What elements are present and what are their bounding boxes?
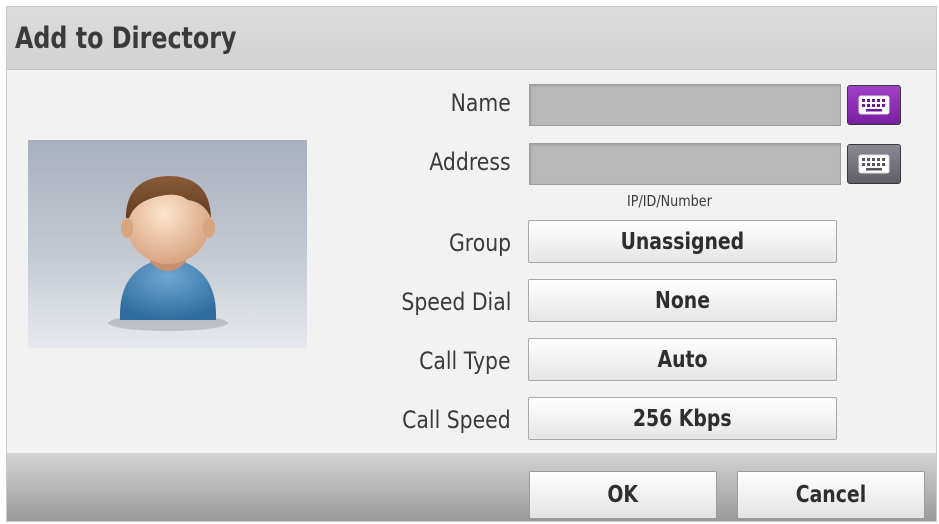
dialog-title: Add to Directory [15, 21, 237, 55]
speed-dial-label: Speed Dial [401, 288, 511, 316]
button-bar: OK Cancel [7, 453, 936, 521]
group-value: Unassigned [620, 228, 745, 255]
name-label: Name [450, 89, 511, 117]
call-type-label: Call Type [419, 347, 511, 375]
group-label: Group [448, 229, 511, 257]
address-hint: IP/ID/Number [627, 192, 712, 210]
add-to-directory-dialog: Add to Directory Name Address IP/ID/Numb… [6, 6, 937, 522]
name-keyboard-button[interactable] [847, 85, 901, 125]
address-keyboard-button[interactable] [847, 144, 901, 184]
speed-dial-value: None [655, 287, 710, 314]
keyboard-icon [858, 95, 890, 115]
call-speed-label: Call Speed [402, 406, 511, 434]
speed-dial-select[interactable]: None [528, 279, 837, 322]
keyboard-icon [858, 154, 890, 174]
ok-button[interactable]: OK [529, 471, 717, 519]
group-select[interactable]: Unassigned [528, 220, 837, 263]
address-label: Address [429, 148, 511, 176]
call-speed-value: 256 Kbps [633, 405, 732, 432]
ok-button-label: OK [607, 482, 639, 508]
avatar [28, 140, 307, 348]
title-bar: Add to Directory [7, 7, 936, 70]
call-type-select[interactable]: Auto [528, 338, 837, 381]
person-avatar-icon [108, 176, 228, 331]
cancel-button[interactable]: Cancel [737, 471, 925, 519]
cancel-button-label: Cancel [795, 482, 867, 508]
call-speed-select[interactable]: 256 Kbps [528, 397, 837, 440]
address-field[interactable] [529, 143, 841, 185]
call-type-value: Auto [657, 346, 708, 373]
name-field[interactable] [529, 84, 841, 126]
